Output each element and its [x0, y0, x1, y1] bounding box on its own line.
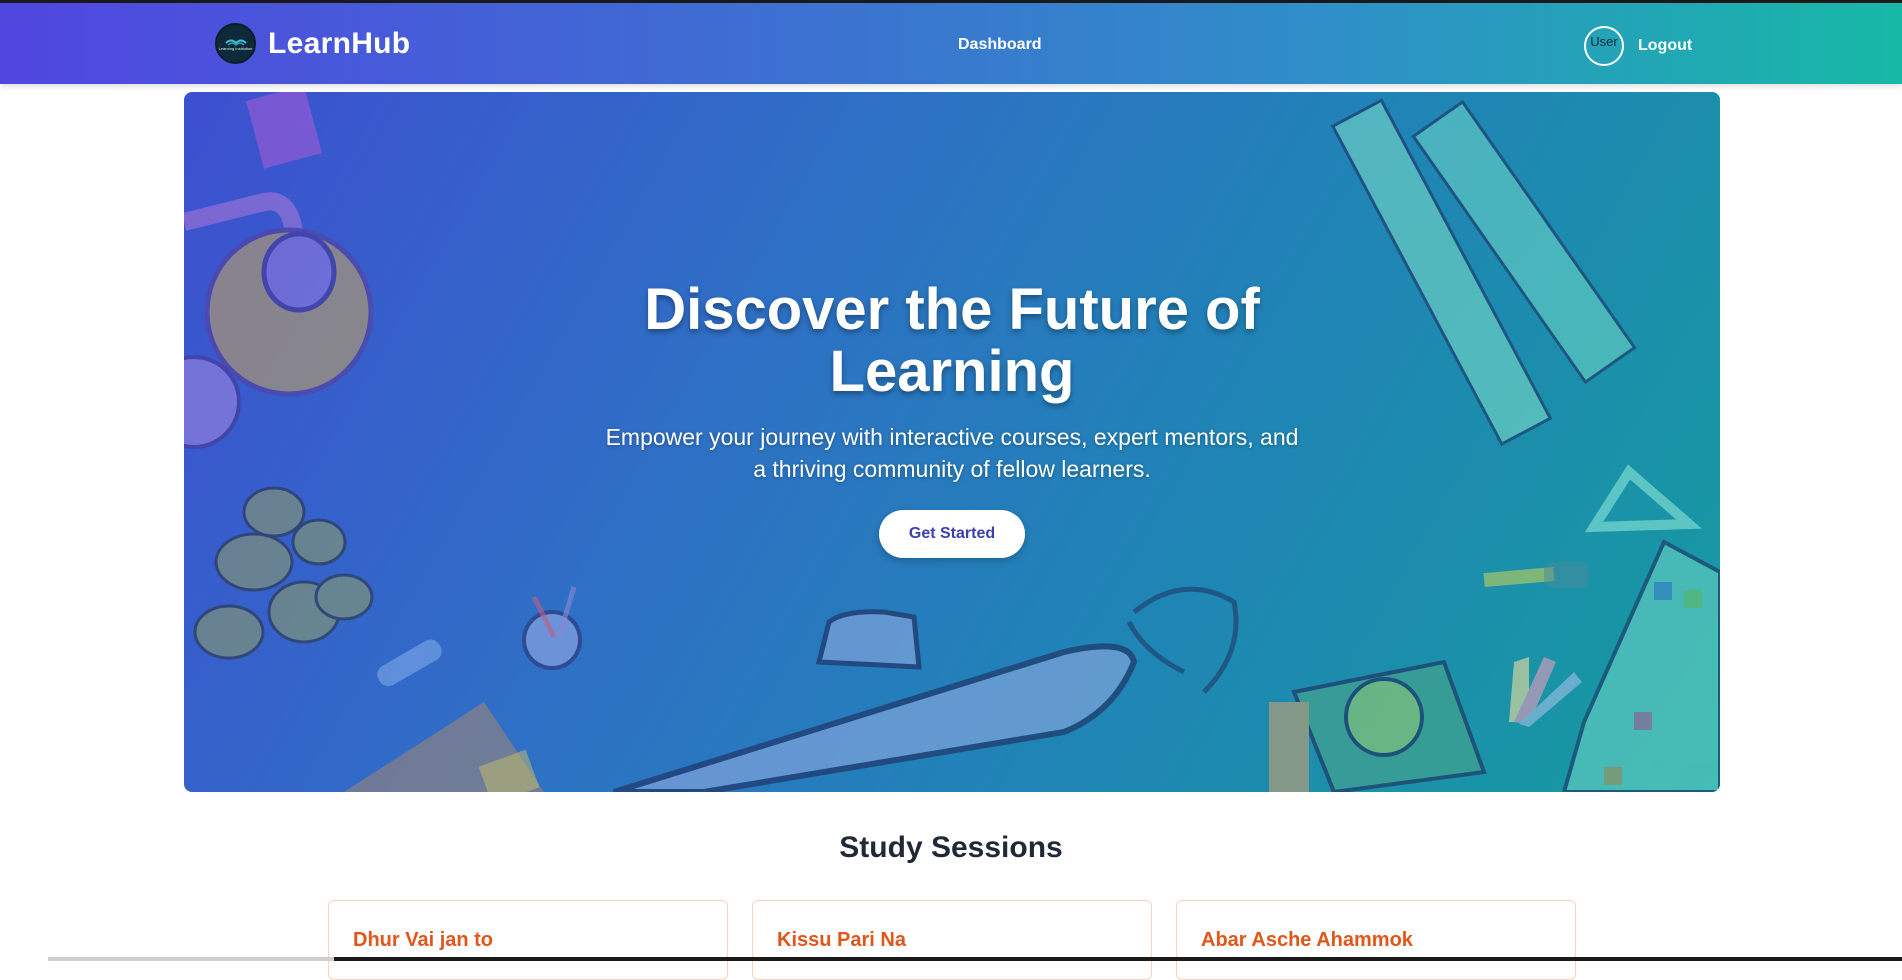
- session-card-list: Dhur Vai jan to Kissu Pari Na Abar Asche…: [328, 900, 1576, 980]
- session-card-title: Kissu Pari Na: [777, 929, 906, 951]
- session-card[interactable]: Kissu Pari Na: [752, 900, 1152, 980]
- nav-link-dashboard[interactable]: Dashboard: [958, 36, 1042, 54]
- scrollbar-thumb[interactable]: [48, 957, 334, 961]
- brand-name: LearnHub: [268, 26, 411, 60]
- open-book-icon: [224, 39, 247, 46]
- user-area: User Logout: [1584, 26, 1692, 66]
- session-card-title: Abar Asche Ahammok: [1201, 929, 1413, 951]
- session-card[interactable]: Abar Asche Ahammok: [1176, 900, 1576, 980]
- brand[interactable]: Learning Institution LearnHub: [215, 23, 410, 64]
- brand-logo: Learning Institution: [215, 23, 256, 64]
- navbar: Learning Institution LearnHub Dashboard …: [0, 3, 1902, 84]
- user-avatar[interactable]: User: [1584, 26, 1624, 66]
- get-started-button[interactable]: Get Started: [879, 509, 1025, 558]
- hero-banner: Discover the Future of Learning Empower …: [184, 92, 1720, 792]
- study-sessions-heading: Study Sessions: [839, 831, 1063, 864]
- logo-caption: Learning Institution: [218, 45, 253, 51]
- session-card-title: Dhur Vai jan to: [353, 929, 494, 951]
- hero-content: Discover the Future of Learning Empower …: [184, 92, 1720, 792]
- session-card[interactable]: Dhur Vai jan to: [328, 900, 728, 980]
- logout-link[interactable]: Logout: [1638, 37, 1692, 55]
- hero-subtitle: Empower your journey with interactive co…: [605, 423, 1299, 482]
- hero-title: Discover the Future of Learning: [644, 276, 1260, 404]
